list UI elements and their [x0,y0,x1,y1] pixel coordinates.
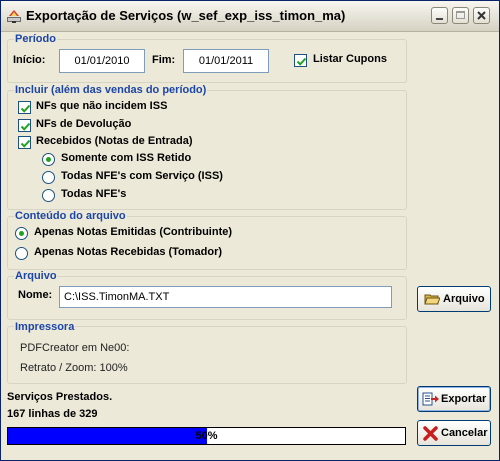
cancel-x-icon [422,425,439,445]
minimize-button[interactable] [431,7,448,24]
recebidos-checkbox[interactable] [18,136,31,149]
notas-recebidas-radio[interactable] [15,247,28,260]
app-icon [6,8,22,24]
export-icon [422,392,440,409]
conteudo-legend: Conteúdo do arquivo [14,210,127,222]
fim-label: Fim: [152,54,176,66]
notas-emitidas-label: Apenas Notas Emitidas (Contribuinte) [34,226,233,238]
exportar-button-label: Exportar [441,393,487,405]
incluir-legend: Incluir (além das vendas do período) [14,84,208,96]
todas-nfe-servico-label: Todas NFE's com Serviço (ISS) [61,170,223,182]
nfs-nao-incidem-iss-checkbox[interactable] [18,101,31,114]
nfs-devolucao-checkbox[interactable] [18,119,31,132]
arquivo-button-label: Arquivo [443,293,485,305]
progress-bar: 50% [7,427,406,445]
status-line-2: 167 linhas de 329 [7,408,98,420]
recebidos-label: Recebidos (Notas de Entrada) [36,135,193,147]
window-title: Exportação de Serviços (w_sef_exp_iss_ti… [26,8,346,23]
title-bar[interactable]: Exportação de Serviços (w_sef_exp_iss_ti… [1,1,499,32]
conteudo-group [7,216,407,270]
close-button[interactable] [473,7,490,24]
status-line-1: Serviços Prestados. [7,391,113,403]
nome-field[interactable] [59,286,392,308]
inicio-field[interactable] [59,49,145,73]
somente-iss-retido-radio[interactable] [42,153,55,166]
open-folder-icon [424,292,441,309]
arquivo-legend: Arquivo [14,270,58,282]
impressora-legend: Impressora [14,321,76,333]
somente-iss-retido-label: Somente com ISS Retido [61,152,192,164]
todas-nfe-servico-radio[interactable] [42,171,55,184]
exportar-button[interactable]: Exportar [417,386,491,412]
export-services-window: Exportação de Serviços (w_sef_exp_iss_ti… [0,0,500,461]
cancelar-button[interactable]: Cancelar [417,420,491,446]
listar-cupons-label: Listar Cupons [313,53,387,65]
nfs-devolucao-label: NFs de Devolução [36,118,132,130]
maximize-icon [456,11,465,19]
checkmark-icon [296,57,307,66]
minimize-icon [436,18,443,20]
printer-zoom: Retrato / Zoom: 100% [20,362,128,374]
checkmark-icon [20,122,31,131]
maximize-button[interactable] [452,7,469,24]
inicio-label: Início: [13,54,46,66]
arquivo-button[interactable]: Arquivo [417,286,491,312]
todas-nfe-label: Todas NFE's [61,188,127,200]
printer-name: PDFCreator em Ne00: [20,342,130,354]
todas-nfe-radio[interactable] [42,189,55,202]
nome-label: Nome: [18,289,53,301]
nfs-nao-incidem-iss-label: NFs que não incidem ISS [36,100,168,112]
checkmark-icon [20,139,31,148]
notas-recebidas-label: Apenas Notas Recebidas (Tomador) [34,246,223,258]
periodo-legend: Período [14,33,57,45]
fim-field[interactable] [183,49,269,73]
checkmark-icon [20,104,31,113]
progress-text: 50% [195,430,218,442]
close-icon [474,8,489,23]
impressora-group [7,326,407,384]
notas-emitidas-radio[interactable] [15,227,28,240]
listar-cupons-checkbox[interactable] [294,54,307,67]
cancelar-button-label: Cancelar [441,427,488,439]
